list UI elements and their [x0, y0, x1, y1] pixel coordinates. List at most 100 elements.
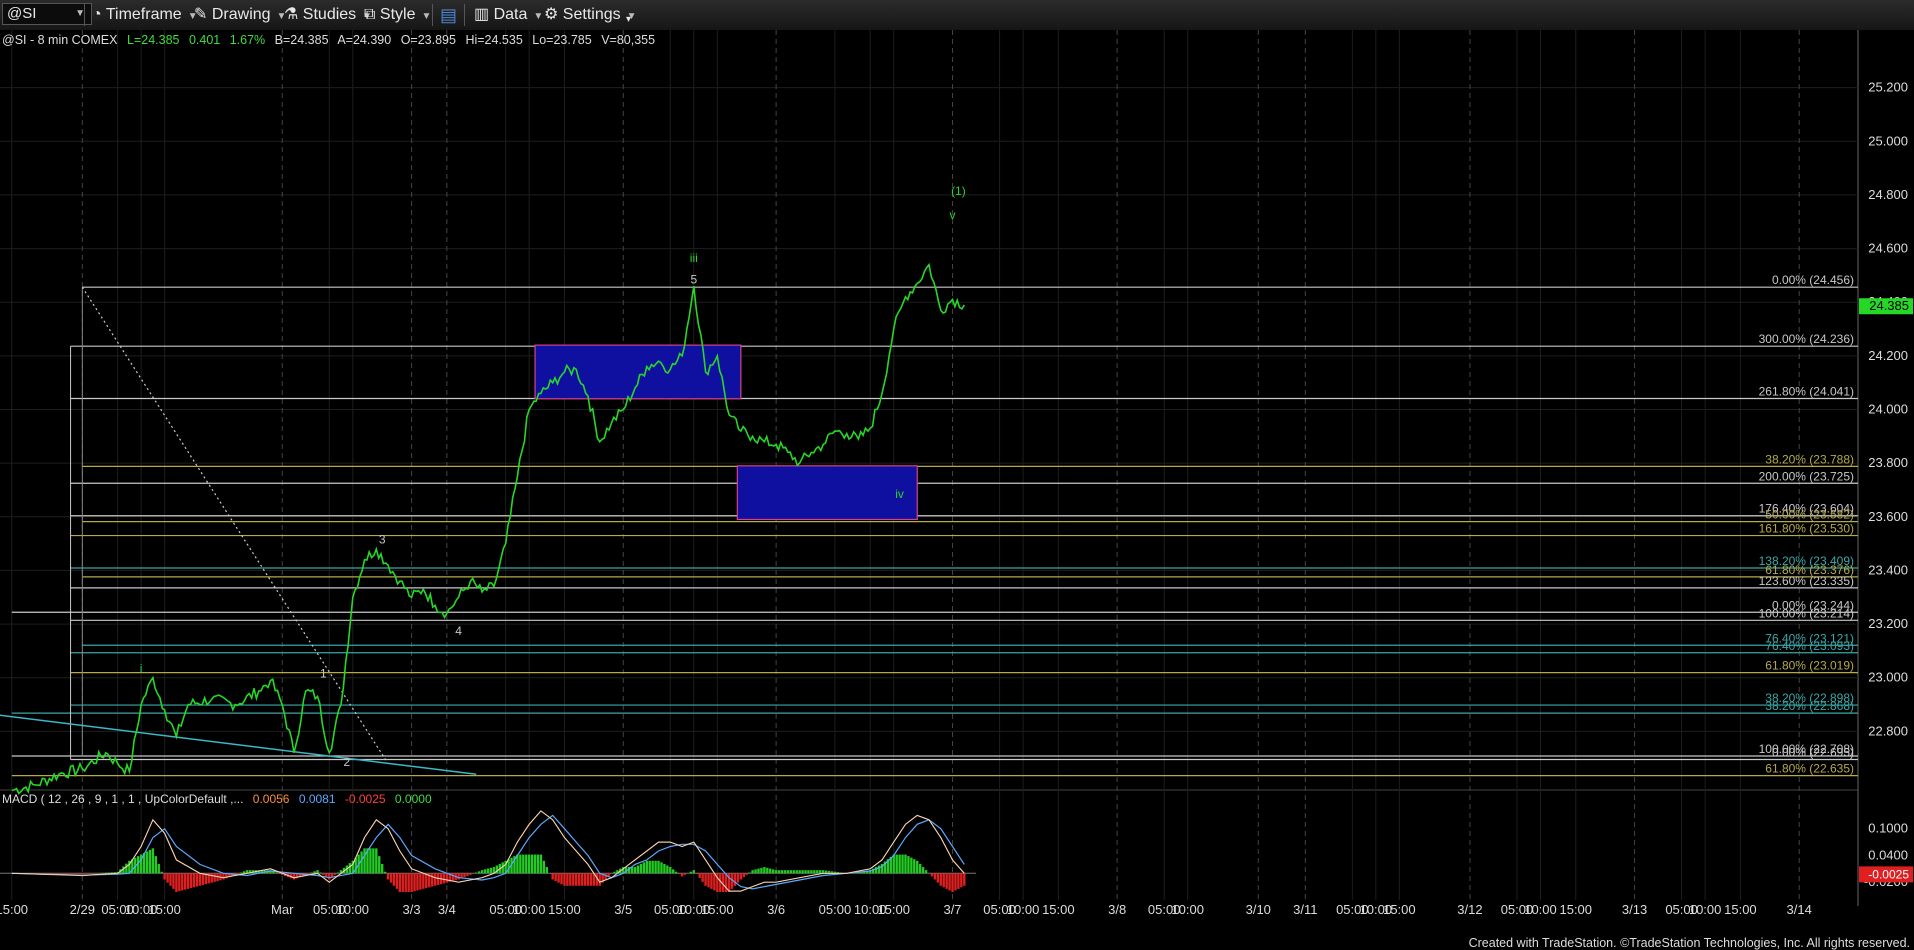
wave-label: 4: [455, 624, 462, 638]
toolbar-divider: [464, 4, 465, 26]
data-label: Data: [493, 6, 528, 23]
symbol-description: @SI - 8 min COMEX: [2, 33, 118, 47]
symbol-info-bar: @SI - 8 min COMEX L=24.385 0.401 1.67% B…: [2, 33, 661, 47]
symbol-value: @SI: [7, 5, 37, 22]
time-tick-label: 3/5: [614, 902, 632, 917]
price-tick-label: 24.800: [1868, 187, 1908, 202]
high-price: Hi=24.535: [465, 33, 523, 47]
time-tick-label: 15:00: [1559, 902, 1592, 917]
low-price: Lo=23.785: [532, 33, 592, 47]
bar-chart-icon: ▥: [474, 6, 490, 23]
last-price: L=24.385: [126, 33, 180, 47]
target-box: [736, 465, 918, 521]
fib-level-label: 261.80% (24.041): [1759, 385, 1854, 399]
fib-level-label: 38.20% (22.868): [1765, 699, 1854, 713]
data-menu[interactable]: ▥ Data ▼: [474, 5, 543, 25]
price-tick-label: 23.800: [1868, 455, 1908, 470]
copyright-footer: Created with TradeStation. ©TradeStation…: [1468, 936, 1910, 950]
fib-level-label: 0.00% (22.695): [1772, 746, 1854, 760]
style-label: Style: [379, 6, 416, 23]
fib-level-label: 100.00% (23.214): [1759, 606, 1854, 620]
chevron-down-icon: ▼: [421, 11, 432, 22]
studies-menu[interactable]: ⚗ Studies ▼: [284, 5, 372, 25]
style-icon: ⧉: [364, 6, 376, 23]
fib-level-label: 0.00% (24.456): [1772, 273, 1854, 287]
fib-level-label: 161.80% (23.530): [1759, 522, 1854, 536]
volume: V=80,355: [601, 33, 656, 47]
fib-level-label: 38.20% (23.788): [1765, 452, 1854, 466]
macd-value: 0.0056: [252, 792, 290, 806]
wave-label: v: [950, 208, 956, 222]
settings-menu[interactable]: ⚙ Settings ▼: [544, 5, 637, 25]
time-tick-label: 10:00: [1007, 902, 1040, 917]
time-tick-label: 2/29: [70, 902, 95, 917]
time-tick-label: 15:00: [148, 902, 181, 917]
time-tick-label: 3/10: [1246, 902, 1271, 917]
price-tick-label: 25.200: [1868, 80, 1908, 95]
time-tick-label: 05:00: [819, 902, 852, 917]
time-tick-label: 3/4: [438, 902, 456, 917]
time-tick-label: 10:00: [337, 902, 370, 917]
time-tick-label: Mar: [271, 902, 294, 917]
time-tick-label: 10:00: [513, 902, 546, 917]
time-tick-label: 15:00: [877, 902, 910, 917]
macd-diff: -0.0025: [344, 792, 386, 806]
settings-label: Settings: [562, 6, 621, 23]
time-tick-label: 15:00: [701, 902, 734, 917]
clock-icon: ◔: [92, 6, 102, 23]
time-tick-label: 3/12: [1457, 902, 1482, 917]
toolbar: @SI ▼ ◔ Timeframe ▼ ✎ Drawing ▼ ⚗ Studies ▼…: [0, 0, 1914, 31]
price-tick-label: 24.600: [1868, 241, 1908, 256]
chevron-down-icon: ▼: [533, 11, 544, 22]
time-tick-label: 15:00: [1383, 902, 1416, 917]
time-tick-label: 3/13: [1622, 902, 1647, 917]
macd-title: MACD ( 12 , 26 , 9 , 1 , 1 , UpColorDefa…: [2, 792, 244, 806]
toolbar-divider: [84, 4, 85, 26]
price-tick-label: 25.000: [1868, 133, 1908, 148]
time-tick-label: 3/6: [767, 902, 785, 917]
fib-level-label: 123.60% (23.335): [1759, 574, 1854, 588]
ask-price: A=24.390: [337, 33, 392, 47]
time-tick-label: 15:00: [1724, 902, 1757, 917]
macd-last-label: -0.0025: [1868, 867, 1909, 881]
macd-legend: MACD ( 12 , 26 , 9 , 1 , 1 , UpColorDefa…: [2, 792, 432, 806]
last-price-label: 24.385: [1869, 298, 1909, 313]
open-price: O=23.895: [400, 33, 456, 47]
time-tick-label: 15:00: [548, 902, 581, 917]
price-tick-label: 23.600: [1868, 509, 1908, 524]
time-tick-label: 3/11: [1293, 902, 1317, 917]
wave-label: iv: [895, 487, 904, 501]
fib-level-label: 50.00% (23.582): [1765, 508, 1854, 522]
timeframe-menu[interactable]: ◔ Timeframe ▼: [92, 5, 198, 25]
fib-level-label: 61.80% (23.019): [1765, 659, 1854, 673]
timeframe-label: Timeframe: [105, 6, 182, 23]
wave-label: (1): [951, 184, 966, 198]
fib-level-label: 61.80% (22.635): [1765, 762, 1854, 776]
flask-icon: ⚗: [284, 6, 299, 23]
time-tick-label: 3/8: [1108, 902, 1126, 917]
price-tick-label: 23.200: [1868, 616, 1908, 631]
style-menu[interactable]: ⧉ Style ▼: [364, 5, 431, 25]
price-tick-label: 22.800: [1868, 723, 1908, 738]
fib-level-label: 300.00% (24.236): [1759, 332, 1854, 346]
time-tick-label: 10:00: [1689, 902, 1722, 917]
wave-label: 1: [320, 667, 327, 681]
macd-avg: 0.0081: [298, 792, 336, 806]
fib-level-label: 200.00% (23.725): [1759, 469, 1854, 483]
time-tick-label: 3/7: [943, 902, 961, 917]
toolbar-overflow-icon[interactable]: ▾: [626, 10, 631, 30]
wave-label: i: [140, 661, 143, 675]
wave-label: 3: [379, 533, 386, 547]
price-tick-label: 24.000: [1868, 402, 1908, 417]
fib-level-label: 76.40% (23.093): [1765, 639, 1854, 653]
toolbar-divider: [432, 4, 433, 26]
symbol-input[interactable]: @SI ▼: [2, 3, 92, 25]
layout-icon[interactable]: ▤: [440, 5, 457, 25]
price-tick-label: 23.000: [1868, 670, 1908, 685]
drawing-menu[interactable]: ✎ Drawing ▼: [194, 5, 286, 25]
time-tick-label: 15:00: [0, 902, 28, 917]
net-change: 0.401: [188, 33, 221, 47]
wave-label: iii: [690, 251, 698, 265]
macd-zero: 0.0000: [394, 792, 432, 806]
drawing-label: Drawing: [211, 6, 271, 23]
